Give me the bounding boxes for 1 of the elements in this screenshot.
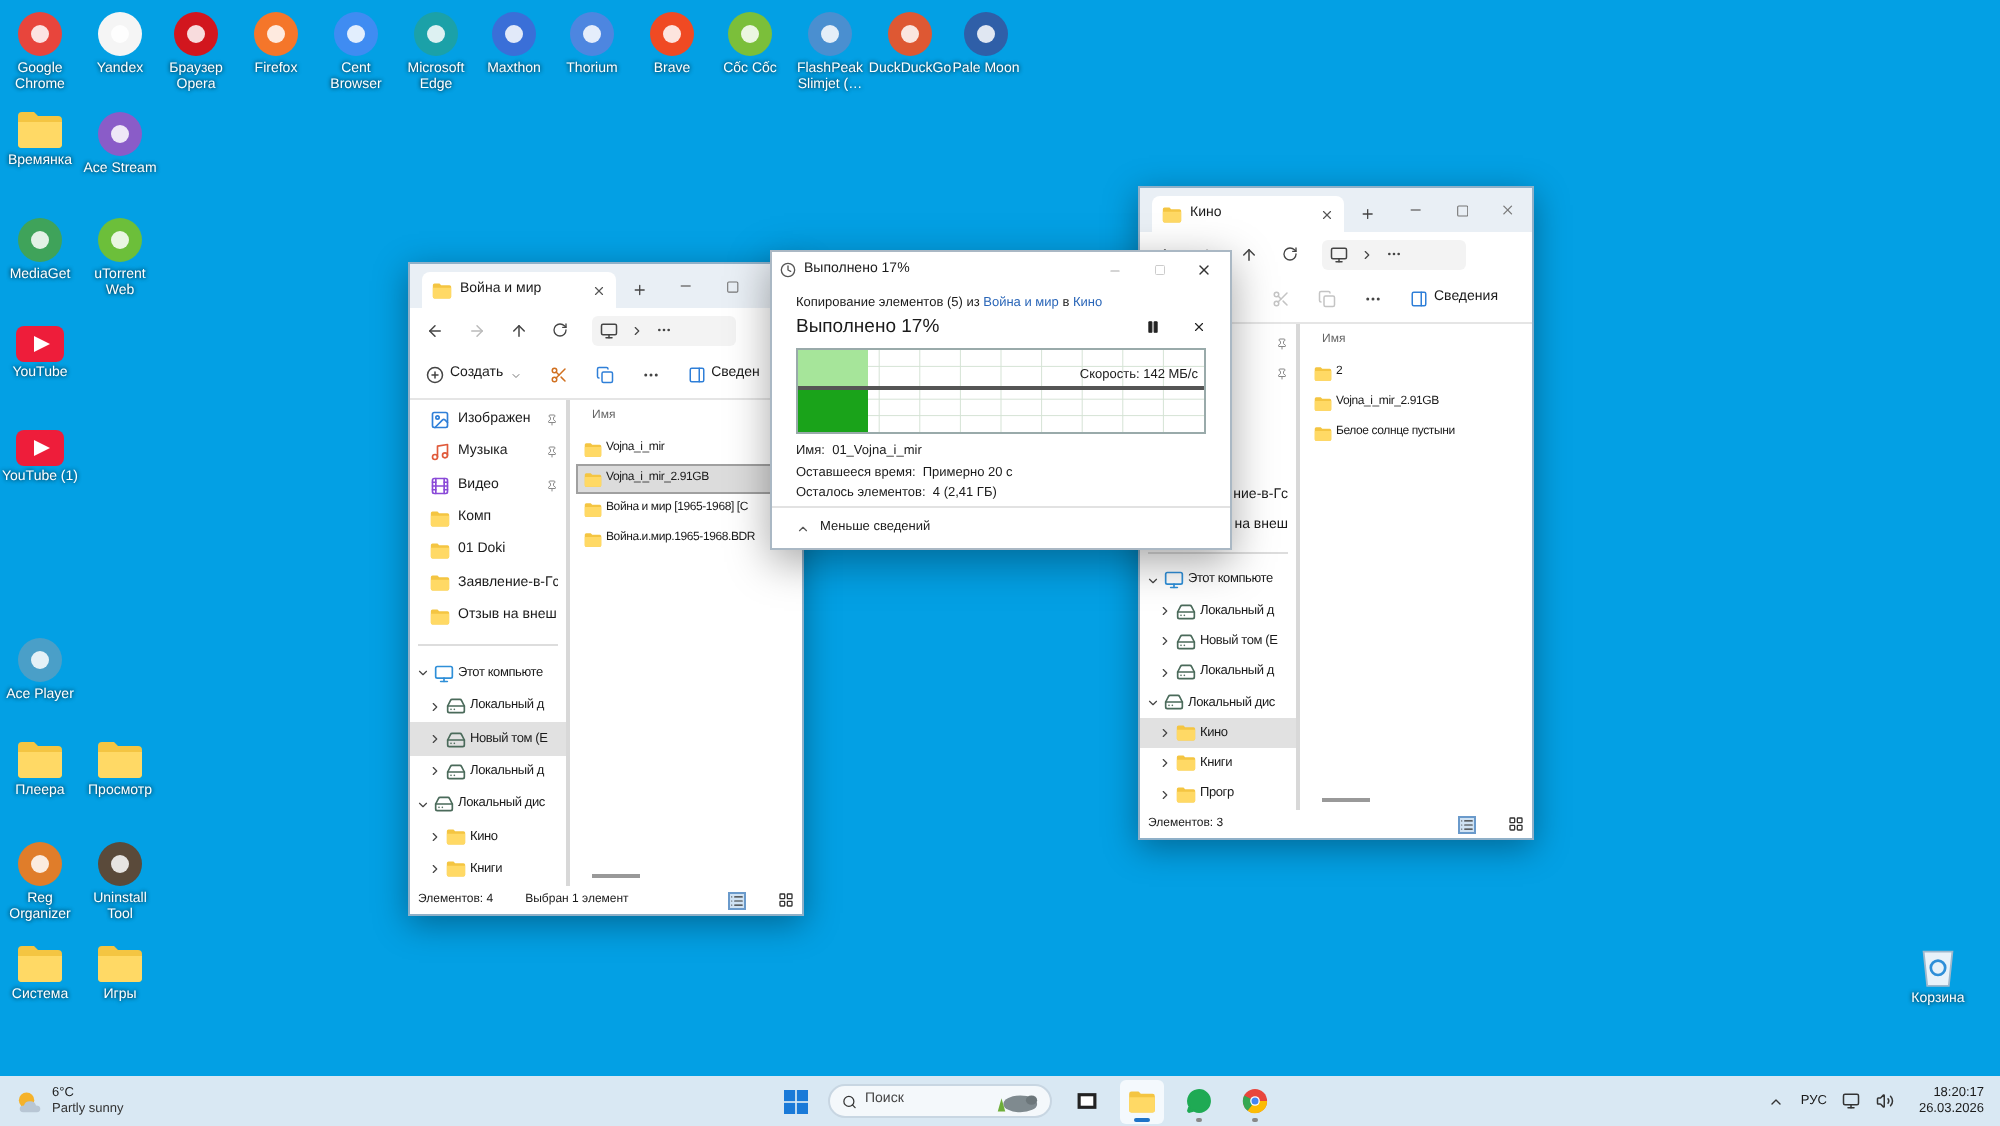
progress-heading: Выполнено 17% — [796, 313, 942, 342]
